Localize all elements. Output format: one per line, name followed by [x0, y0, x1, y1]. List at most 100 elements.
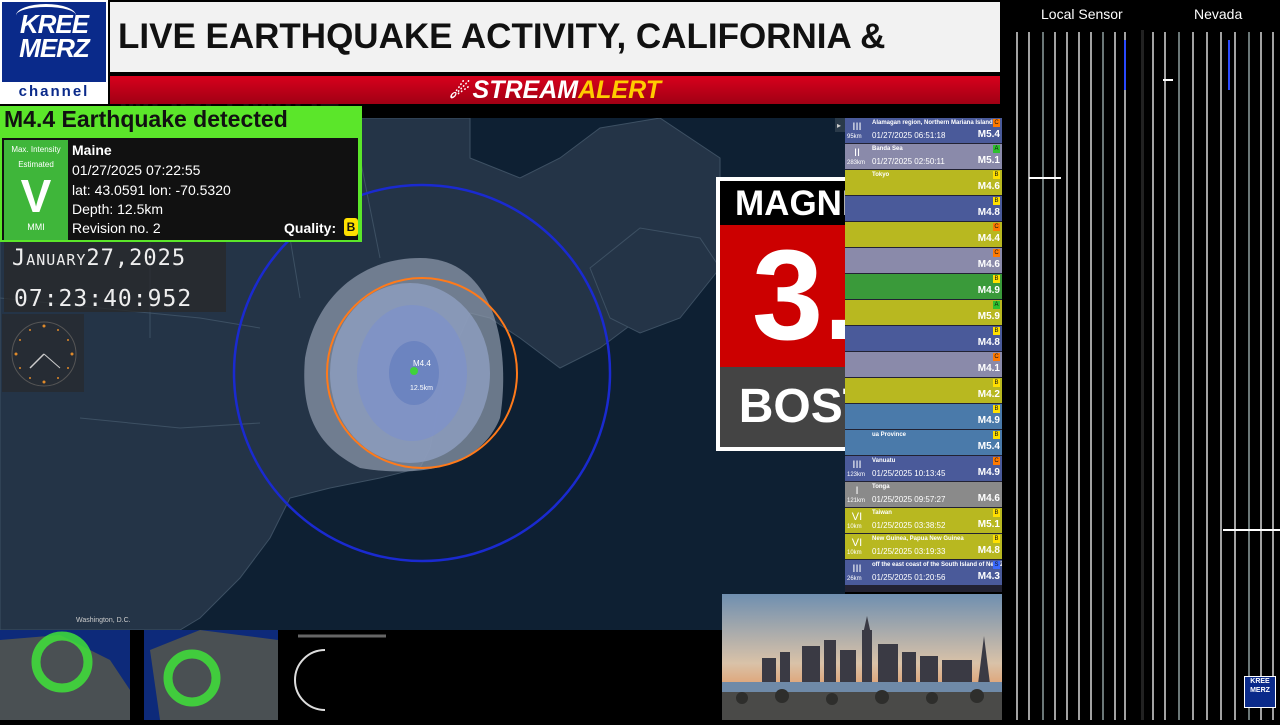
- event-row[interactable]: III 95km Alamagan region, Northern Mariana…: [845, 118, 1002, 143]
- mmi-value: V: [20, 170, 52, 222]
- event-row[interactable]: II 283km Banda Sea 01/27/2025 02:50:11 M5.1 A: [845, 144, 1002, 169]
- event-mmi: [845, 430, 869, 455]
- event-mmi: [845, 196, 869, 221]
- event-quality-badge: B: [993, 171, 1000, 179]
- event-region: Tonga: [872, 484, 890, 490]
- event-row[interactable]: ua Province M5.4 B: [845, 430, 1002, 455]
- event-mmi: [845, 326, 869, 351]
- event-depth: 121km: [847, 498, 866, 504]
- event-time: 01/25/2025 01:20:56: [872, 573, 946, 582]
- event-quality-badge: C: [993, 119, 1000, 127]
- event-magnitude: M4.6: [977, 493, 1000, 504]
- event-magnitude: M5.9: [977, 311, 1000, 322]
- event-region: Vanuatu: [872, 458, 896, 464]
- event-magnitude: M4.8: [977, 545, 1000, 556]
- event-time: 01/25/2025 03:19:33: [872, 547, 946, 556]
- event-quality-badge: B: [993, 535, 1000, 543]
- event-depth: 10km: [847, 550, 862, 556]
- event-magnitude: M4.9: [977, 285, 1000, 296]
- globe-views: [0, 630, 386, 720]
- event-region: off the east coast of the South Island o…: [872, 562, 1002, 568]
- event-mmi: [845, 404, 869, 429]
- event-magnitude: M4.9: [977, 467, 1000, 478]
- event-magnitude: M4.9: [977, 415, 1000, 426]
- event-row[interactable]: M4.6 C: [845, 248, 1002, 273]
- event-row[interactable]: M4.8 B: [845, 196, 1002, 221]
- event-quality-badge: C: [993, 457, 1000, 465]
- event-region: Taiwan: [872, 510, 892, 516]
- event-row[interactable]: M4.4 C: [845, 222, 1002, 247]
- event-magnitude: M4.6: [977, 259, 1000, 270]
- event-quality-badge: B: [993, 327, 1000, 335]
- event-row[interactable]: VI 10km Taiwan 01/25/2025 03:38:52 M5.1 B: [845, 508, 1002, 533]
- seismogram-traces: [1016, 30, 1280, 720]
- event-quality-badge: C: [993, 223, 1000, 231]
- detection-datetime: 01/27/2025 07:22:55: [72, 162, 201, 178]
- event-region: Banda Sea: [872, 146, 903, 152]
- event-quality-badge: S: [993, 561, 1000, 569]
- event-mmi: [845, 300, 869, 325]
- event-quality-badge: A: [993, 301, 1000, 309]
- event-magnitude: M5.4: [977, 441, 1000, 452]
- event-quality-badge: B: [993, 379, 1000, 387]
- event-row[interactable]: III 26km off the east coast of the South I…: [845, 560, 1002, 585]
- detection-coords: lat: 43.0591 lon: -70.5320: [72, 182, 231, 198]
- event-row[interactable]: I 121km Tonga 01/25/2025 09:57:27 M4.6: [845, 482, 1002, 507]
- event-quality-badge: B: [993, 405, 1000, 413]
- city-label-washington: Washington, D.C.: [76, 617, 131, 624]
- analog-clock-icon: [2, 314, 84, 392]
- event-mmi: [845, 378, 869, 403]
- event-row[interactable]: M5.9 A: [845, 300, 1002, 325]
- clock-time: 07:23:40:952: [14, 286, 193, 312]
- event-depth: 10km: [847, 524, 862, 530]
- event-depth: 95km: [847, 134, 862, 140]
- event-row[interactable]: M4.1 C: [845, 352, 1002, 377]
- event-magnitude: M4.3: [977, 571, 1000, 582]
- quality-label: Quality:: [284, 220, 337, 236]
- event-region: Alamagan region, Northern Mariana Island…: [872, 120, 997, 126]
- event-magnitude: M4.4: [977, 233, 1000, 244]
- event-mmi: [845, 274, 869, 299]
- corner-logo: KREE MERZ: [1244, 676, 1276, 708]
- event-region: Tokyo: [872, 172, 890, 178]
- event-quality-badge: B: [993, 509, 1000, 517]
- city-webcam: [722, 594, 1002, 720]
- bottom-strip: [0, 630, 720, 720]
- event-quality-badge: C: [993, 249, 1000, 257]
- event-row[interactable]: VI 10km New Guinea, Papua New Guinea 01/25/…: [845, 534, 1002, 559]
- event-mmi: [845, 222, 869, 247]
- event-time: 01/27/2025 02:50:11: [872, 157, 945, 166]
- event-region: ua Province: [872, 432, 907, 438]
- detection-revision: Revision no. 2: [72, 220, 161, 236]
- event-row[interactable]: M4.9 B: [845, 404, 1002, 429]
- event-depth: 123km: [847, 472, 866, 478]
- earthquake-detected-panel: M4.4 Earthquake detected Max. Intensity …: [0, 106, 362, 242]
- stream-alert-banner: ☄ STREAMALERT: [110, 76, 1000, 104]
- event-mmi: [845, 170, 869, 195]
- logo-brand: KREE MERZ: [19, 9, 90, 63]
- event-magnitude: M5.1: [977, 519, 1000, 530]
- depth-label: 12.5km: [410, 385, 433, 392]
- event-time: 01/25/2025 09:57:27: [872, 495, 946, 504]
- event-quality-badge: B: [993, 197, 1000, 205]
- moon-phase-icon: [294, 649, 326, 711]
- detection-title: M4.4 Earthquake detected: [4, 106, 288, 132]
- logo-channel-label: channel: [2, 82, 106, 102]
- event-magnitude: M4.8: [977, 207, 1000, 218]
- event-magnitude: M4.1: [977, 363, 1000, 374]
- event-time: 01/25/2025 03:38:52: [872, 521, 946, 530]
- event-row[interactable]: Tokyo M4.6 B: [845, 170, 1002, 195]
- event-region: New Guinea, Papua New Guinea: [872, 536, 964, 542]
- event-row[interactable]: M4.8 B: [845, 326, 1002, 351]
- recent-earthquake-list[interactable]: III 95km Alamagan region, Northern Mariana…: [845, 118, 1002, 592]
- event-row[interactable]: III 123km Vanuatu 01/25/2025 10:13:45 M4.9 C: [845, 456, 1002, 481]
- event-row[interactable]: M4.9 B: [845, 274, 1002, 299]
- event-magnitude: M4.6: [977, 181, 1000, 192]
- detection-depth: Depth: 12.5km: [72, 201, 164, 217]
- event-mmi: [845, 248, 869, 273]
- event-depth: 26km: [847, 576, 862, 582]
- event-quality-badge: B: [993, 275, 1000, 283]
- event-row[interactable]: M4.2 B: [845, 378, 1002, 403]
- clock-date: January27,2025: [12, 246, 187, 271]
- event-quality-badge: [993, 483, 1000, 491]
